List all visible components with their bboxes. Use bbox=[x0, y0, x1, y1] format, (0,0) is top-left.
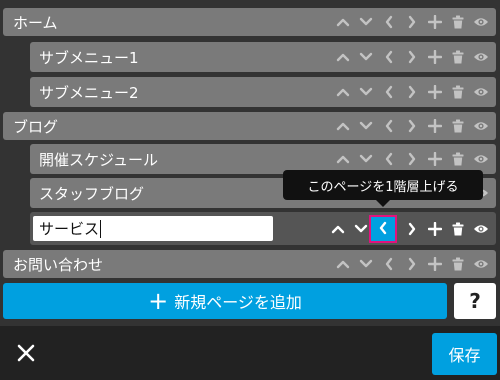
plus-icon bbox=[423, 113, 446, 139]
menu-item-home[interactable]: ホーム bbox=[3, 8, 496, 36]
outdent-button[interactable] bbox=[369, 215, 397, 243]
eye-icon[interactable] bbox=[469, 216, 492, 242]
plus-icon: + bbox=[148, 287, 169, 315]
chevron-right-icon bbox=[400, 146, 423, 172]
outdent-tooltip: このページを1階層上げる bbox=[283, 170, 483, 200]
chevron-up-icon bbox=[331, 251, 354, 277]
menu-item-submenu1[interactable]: サブメニュー1 bbox=[30, 42, 496, 72]
trash-icon bbox=[446, 113, 469, 139]
chevron-right-icon bbox=[400, 79, 423, 105]
chevron-up-icon bbox=[331, 146, 354, 172]
menu-item-contact[interactable]: お問い合わせ bbox=[3, 250, 496, 278]
footer-bar bbox=[0, 326, 500, 380]
plus-icon bbox=[423, 251, 446, 277]
menu-item-submenu2[interactable]: サブメニュー2 bbox=[30, 77, 496, 107]
tooltip-text: このページを1階層上げる bbox=[307, 179, 459, 195]
chevron-up-icon bbox=[331, 44, 354, 70]
trash-icon bbox=[446, 44, 469, 70]
save-button[interactable]: 保存 bbox=[432, 333, 497, 375]
menu-item-label: 開催スケジュール bbox=[39, 150, 158, 169]
chevron-down-icon bbox=[354, 44, 377, 70]
trash-icon[interactable] bbox=[446, 216, 469, 242]
chevron-right-icon bbox=[400, 113, 423, 139]
close-button[interactable] bbox=[12, 339, 40, 367]
plus-icon bbox=[423, 9, 446, 35]
chevron-down-icon bbox=[354, 251, 377, 277]
eye-icon bbox=[469, 44, 492, 70]
chevron-down-icon bbox=[354, 113, 377, 139]
menu-item-label: サブメニュー1 bbox=[39, 48, 139, 67]
chevron-right-icon[interactable] bbox=[400, 216, 423, 242]
close-icon bbox=[17, 344, 35, 362]
chevron-right-icon bbox=[400, 9, 423, 35]
save-label: 保存 bbox=[448, 346, 481, 365]
chevron-down-icon bbox=[354, 9, 377, 35]
chevron-up-icon bbox=[331, 79, 354, 105]
row-actions bbox=[331, 112, 496, 140]
eye-icon bbox=[469, 251, 492, 277]
trash-icon bbox=[446, 9, 469, 35]
eye-icon bbox=[469, 9, 492, 35]
row-actions bbox=[326, 212, 496, 245]
chevron-up-icon bbox=[331, 9, 354, 35]
trash-icon bbox=[446, 79, 469, 105]
trash-icon bbox=[446, 146, 469, 172]
help-label: ? bbox=[469, 289, 481, 313]
row-actions bbox=[331, 77, 496, 107]
eye-icon bbox=[469, 79, 492, 105]
add-page-label: 新規ページを追加 bbox=[174, 293, 302, 312]
chevron-left-icon bbox=[377, 79, 400, 105]
menu-item-blog[interactable]: ブログ bbox=[3, 112, 496, 140]
chevron-right-icon bbox=[400, 44, 423, 70]
chevron-down-icon bbox=[354, 79, 377, 105]
menu-item-name-value: サービス bbox=[39, 220, 100, 238]
plus-icon bbox=[423, 146, 446, 172]
eye-icon bbox=[469, 146, 492, 172]
tooltip-arrow bbox=[376, 200, 390, 207]
row-actions bbox=[331, 250, 496, 278]
menu-item-label: ホーム bbox=[13, 13, 58, 32]
chevron-left-icon bbox=[377, 146, 400, 172]
chevron-left-icon bbox=[377, 44, 400, 70]
chevron-up-icon[interactable] bbox=[326, 216, 349, 242]
chevron-right-icon bbox=[400, 251, 423, 277]
plus-icon[interactable] bbox=[423, 216, 446, 242]
plus-icon bbox=[423, 79, 446, 105]
help-button[interactable]: ? bbox=[454, 283, 496, 319]
eye-icon bbox=[469, 113, 492, 139]
chevron-left-icon bbox=[377, 251, 400, 277]
menu-item-label: お問い合わせ bbox=[13, 255, 104, 274]
chevron-up-icon bbox=[331, 113, 354, 139]
chevron-left-icon bbox=[378, 220, 388, 239]
row-actions bbox=[331, 42, 496, 72]
row-actions bbox=[331, 8, 496, 36]
add-page-button[interactable]: + 新規ページを追加 bbox=[3, 283, 447, 319]
menu-item-label: サブメニュー2 bbox=[39, 83, 139, 102]
chevron-left-icon bbox=[377, 9, 400, 35]
text-caret bbox=[100, 219, 102, 238]
chevron-left-icon bbox=[377, 113, 400, 139]
chevron-down-icon bbox=[354, 146, 377, 172]
menu-item-name-input[interactable]: サービス bbox=[33, 216, 273, 241]
menu-item-label: ブログ bbox=[13, 117, 59, 136]
trash-icon bbox=[446, 251, 469, 277]
plus-icon bbox=[423, 44, 446, 70]
